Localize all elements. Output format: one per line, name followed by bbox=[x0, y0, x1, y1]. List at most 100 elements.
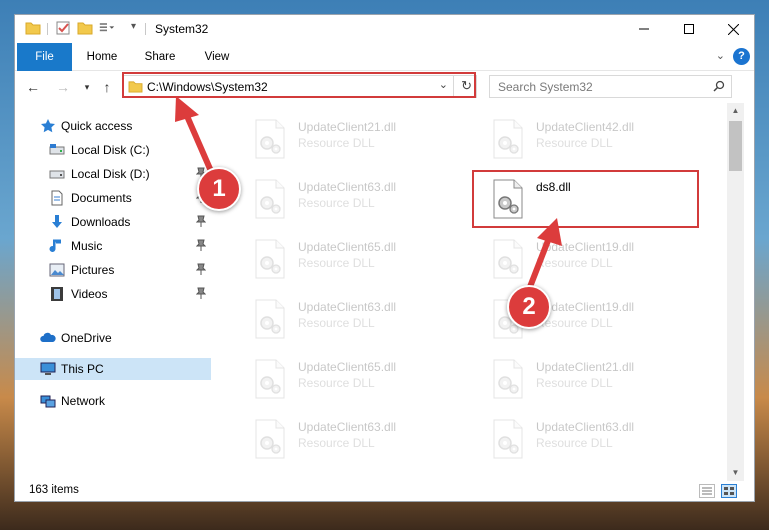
dll-file-icon bbox=[253, 419, 287, 459]
dll-file-icon bbox=[253, 239, 287, 279]
pin-icon[interactable] bbox=[196, 263, 206, 275]
minimize-button[interactable] bbox=[621, 15, 666, 43]
file-type: Resource DLL bbox=[298, 436, 375, 450]
close-button[interactable] bbox=[711, 15, 756, 43]
dll-file-icon bbox=[491, 119, 525, 159]
recent-locations-button[interactable]: ▾ bbox=[79, 79, 95, 95]
minimize-icon bbox=[638, 28, 649, 30]
refresh-icon[interactable]: ↻ bbox=[461, 78, 472, 94]
computer-icon bbox=[40, 362, 56, 375]
scrollbar-thumb[interactable] bbox=[729, 121, 742, 171]
search-input[interactable]: Search System32 bbox=[498, 80, 593, 94]
forward-button[interactable]: → bbox=[55, 79, 71, 95]
sidebar-item-quick-access[interactable]: Quick access bbox=[15, 115, 211, 137]
sidebar-item-this-pc[interactable]: This PC bbox=[15, 358, 211, 380]
sidebar-item-label: This PC bbox=[61, 362, 104, 376]
file-name: UpdateClient63.dll bbox=[298, 420, 397, 434]
file-item[interactable]: UpdateClient65.dll Resource DLL bbox=[241, 229, 465, 285]
dll-file-icon bbox=[253, 359, 287, 399]
file-name: UpdateClient21.dll bbox=[298, 120, 397, 134]
sidebar-item-local-disk-d[interactable]: Local Disk (D:) bbox=[15, 163, 211, 185]
search-box[interactable]: Search System32 bbox=[489, 75, 732, 98]
chevron-down-icon[interactable]: ⌄ bbox=[716, 49, 725, 62]
file-name: UpdateClient63.dll bbox=[298, 180, 397, 194]
folder-icon bbox=[128, 81, 143, 93]
back-button[interactable]: ← bbox=[25, 79, 41, 95]
folder-icon bbox=[25, 22, 41, 35]
file-name: UpdateClient42.dll bbox=[536, 120, 635, 134]
separator bbox=[453, 76, 454, 97]
dll-file-icon bbox=[491, 419, 525, 459]
file-name: ds8.dll bbox=[536, 180, 571, 194]
scroll-down-icon[interactable]: ▼ bbox=[727, 465, 744, 481]
drive-icon bbox=[49, 144, 65, 155]
file-item[interactable]: UpdateClient63.dll Resource DLL bbox=[241, 289, 465, 345]
file-item[interactable]: UpdateClient63.dll Resource DLL bbox=[241, 169, 465, 225]
file-item-selected[interactable]: ds8.dll bbox=[479, 169, 703, 225]
sidebar-item-pictures[interactable]: Pictures bbox=[15, 259, 211, 281]
file-item[interactable]: UpdateClient21.dll Resource DLL bbox=[241, 109, 465, 165]
pin-icon[interactable] bbox=[196, 287, 206, 299]
sidebar-item-documents[interactable]: Documents bbox=[15, 187, 211, 209]
customize-toolbar-icon[interactable] bbox=[99, 20, 115, 36]
onedrive-icon bbox=[40, 332, 56, 342]
file-item[interactable]: UpdateClient63.dll Resource DLL bbox=[241, 409, 465, 465]
new-folder-icon[interactable] bbox=[77, 20, 93, 36]
help-icon[interactable]: ? bbox=[733, 48, 750, 65]
ribbon: File Home Share View ⌄ ? bbox=[15, 43, 754, 71]
address-dropdown-icon[interactable]: ⌄ bbox=[439, 78, 448, 91]
arrow-right-icon: → bbox=[56, 79, 70, 95]
star-icon bbox=[41, 119, 55, 133]
file-name: UpdateClient63.dll bbox=[536, 420, 635, 434]
sidebar-item-local-disk-c[interactable]: Local Disk (C:) bbox=[15, 139, 211, 161]
sidebar-item-videos[interactable]: Videos bbox=[15, 283, 211, 305]
tab-share[interactable]: Share bbox=[135, 43, 185, 71]
file-item[interactable]: UpdateClient21.dll Resource DLL bbox=[479, 349, 703, 405]
tab-home[interactable]: Home bbox=[77, 43, 127, 71]
separator bbox=[47, 23, 48, 35]
sidebar-item-network[interactable]: Network bbox=[15, 390, 211, 412]
sidebar-item-label: Pictures bbox=[71, 263, 115, 277]
sidebar-item-music[interactable]: Music bbox=[15, 235, 211, 257]
up-button[interactable]: ↑ bbox=[99, 79, 115, 95]
sidebar-item-downloads[interactable]: Downloads bbox=[15, 211, 211, 233]
file-type: Resource DLL bbox=[536, 376, 613, 390]
navigation-bar: ← → ▾ ↑ C:\Windows\System32 ⌄ ↻ Search S… bbox=[15, 72, 754, 102]
window-title: System32 bbox=[155, 22, 209, 36]
quick-access-dropdown-icon[interactable]: ▾ bbox=[131, 21, 136, 32]
sidebar-item-label: Local Disk (D:) bbox=[71, 167, 150, 181]
pictures-icon bbox=[49, 263, 65, 277]
details-view-button[interactable] bbox=[699, 484, 715, 498]
properties-icon[interactable] bbox=[55, 20, 71, 36]
file-type: Resource DLL bbox=[536, 256, 613, 270]
file-item[interactable]: UpdateClient42.dll Resource DLL bbox=[479, 109, 703, 165]
navigation-pane: Quick access Local Disk (C:) Local Disk … bbox=[15, 103, 211, 481]
drive-icon bbox=[49, 170, 65, 179]
chevron-down-icon: ▾ bbox=[84, 81, 90, 92]
step-badge-1: 1 bbox=[197, 167, 241, 211]
close-icon bbox=[728, 23, 739, 35]
file-item[interactable]: UpdateClient63.dll Resource DLL bbox=[479, 409, 703, 465]
title-bar: ▾ System32 bbox=[15, 15, 754, 43]
sidebar-item-label: Music bbox=[71, 239, 103, 253]
file-name: UpdateClient63.dll bbox=[298, 300, 397, 314]
address-bar[interactable]: C:\Windows\System32 ⌄ ↻ bbox=[123, 75, 477, 98]
file-item[interactable]: UpdateClient19.dll Resource DLL bbox=[479, 229, 703, 285]
dll-file-icon bbox=[253, 179, 287, 219]
vertical-scrollbar[interactable]: ▲ ▼ bbox=[727, 103, 744, 481]
status-bar: 163 items bbox=[15, 481, 754, 502]
pin-icon[interactable] bbox=[196, 215, 206, 227]
dll-file-icon bbox=[253, 299, 287, 339]
dll-file-icon bbox=[491, 239, 525, 279]
file-type: Resource DLL bbox=[298, 316, 375, 330]
file-item[interactable]: UpdateClient65.dll Resource DLL bbox=[241, 349, 465, 405]
dll-file-icon bbox=[491, 179, 525, 219]
tab-file[interactable]: File bbox=[17, 43, 72, 71]
tiles-view-button[interactable] bbox=[721, 484, 737, 498]
scroll-up-icon[interactable]: ▲ bbox=[727, 103, 744, 119]
pin-icon[interactable] bbox=[196, 239, 206, 251]
maximize-button[interactable] bbox=[666, 15, 711, 43]
sidebar-item-onedrive[interactable]: OneDrive bbox=[15, 327, 211, 349]
file-type: Resource DLL bbox=[298, 136, 375, 150]
tab-view[interactable]: View bbox=[193, 43, 241, 71]
